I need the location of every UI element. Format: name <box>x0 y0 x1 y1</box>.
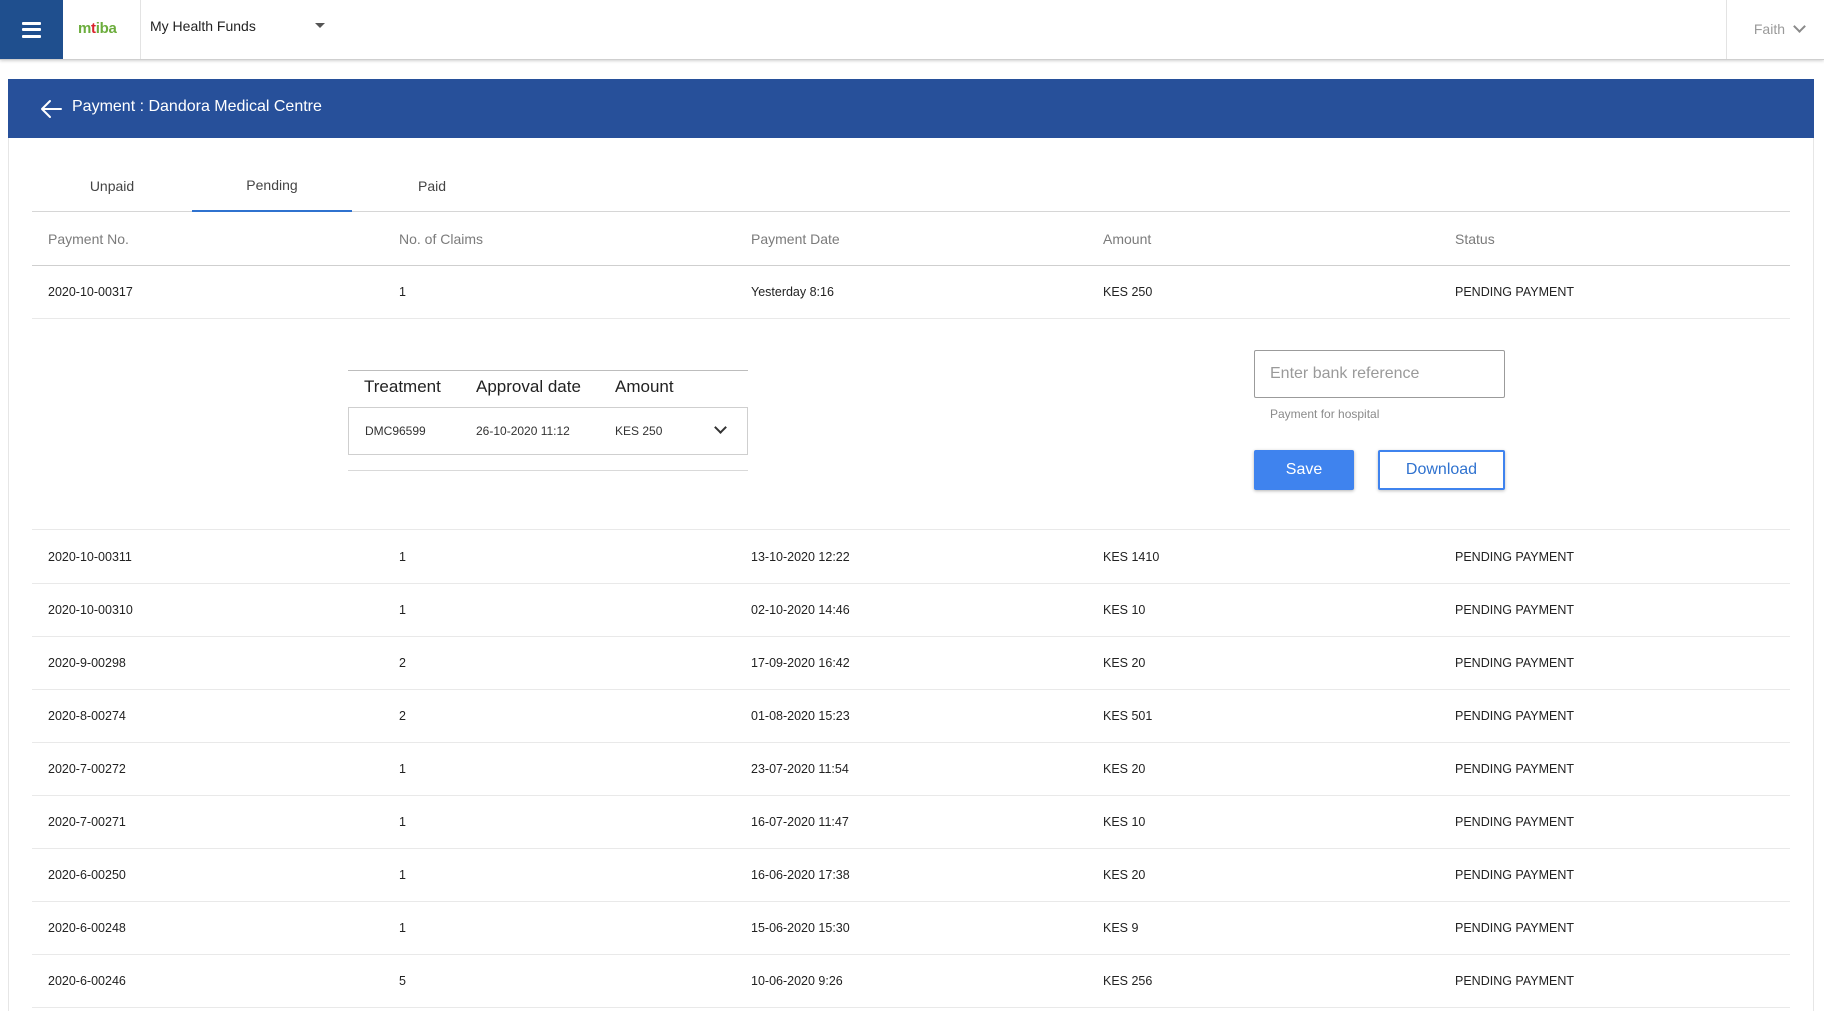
table-row[interactable]: 2020-6-00246 5 10-06-2020 9:26 KES 256 P… <box>32 955 1790 1008</box>
claim-amount: KES 250 <box>615 424 663 438</box>
cell-amount: KES 1410 <box>1103 550 1160 564</box>
cell-claims: 1 <box>399 550 406 564</box>
sub-header-amount: Amount <box>615 377 674 396</box>
column-header-amount: Amount <box>1103 231 1152 247</box>
cell-amount: KES 10 <box>1103 603 1146 617</box>
tab-pending[interactable]: Pending <box>192 160 352 212</box>
cell-payment-no: 2020-10-00317 <box>48 285 133 299</box>
cell-payment-no: 2020-10-00310 <box>48 603 133 617</box>
cell-status: PENDING PAYMENT <box>1455 656 1574 670</box>
chevron-down-icon <box>1793 20 1806 33</box>
cell-claims: 1 <box>399 285 406 299</box>
cell-status: PENDING PAYMENT <box>1455 709 1574 723</box>
cell-amount: KES 20 <box>1103 656 1146 670</box>
cell-payment-date: 10-06-2020 9:26 <box>751 974 843 988</box>
table-row[interactable]: 2020-9-00298 2 17-09-2020 16:42 KES 20 P… <box>32 637 1790 690</box>
cell-payment-no: 2020-7-00271 <box>48 815 126 829</box>
bank-reference-input[interactable] <box>1254 350 1505 398</box>
claim-treatment: DMC96599 <box>365 424 426 438</box>
status-tabs: Unpaid Pending Paid <box>32 160 1790 212</box>
cell-payment-date: 17-09-2020 16:42 <box>751 656 850 670</box>
sub-header-approval-date: Approval date <box>476 377 581 396</box>
fund-selector-value: My Health Funds <box>150 18 256 34</box>
table-row[interactable]: 2020-10-00311 1 13-10-2020 12:22 KES 141… <box>32 531 1790 584</box>
cell-payment-date: 16-07-2020 11:47 <box>751 815 849 829</box>
cell-payment-date: 15-06-2020 15:30 <box>751 921 850 935</box>
table-row[interactable]: 2020-6-00250 1 16-06-2020 17:38 KES 20 P… <box>32 849 1790 902</box>
user-menu[interactable]: Faith <box>1753 0 1806 58</box>
tab-unpaid[interactable]: Unpaid <box>32 160 192 212</box>
cell-claims: 2 <box>399 656 406 670</box>
cell-payment-no: 2020-8-00274 <box>48 709 126 723</box>
table-row[interactable]: 2020-6-00248 1 15-06-2020 15:30 KES 9 PE… <box>32 902 1790 955</box>
cell-status: PENDING PAYMENT <box>1455 762 1574 776</box>
fund-selector[interactable]: My Health Funds <box>150 0 335 52</box>
page-header: Payment : Dandora Medical Centre <box>8 79 1814 138</box>
cell-amount: KES 256 <box>1103 974 1153 988</box>
sub-header-treatment: Treatment <box>364 377 441 396</box>
top-app-bar: mtiba My Health Funds Faith <box>0 0 1824 60</box>
cell-payment-no: 2020-10-00311 <box>48 550 132 564</box>
cell-payment-no: 2020-6-00248 <box>48 921 126 935</box>
cell-claims: 2 <box>399 709 406 723</box>
page-title: Payment : Dandora Medical Centre <box>72 98 322 115</box>
tab-paid[interactable]: Paid <box>352 160 512 212</box>
cell-status: PENDING PAYMENT <box>1455 815 1574 829</box>
claims-sub-table: Treatment Approval date Amount DMC96599 … <box>348 370 748 471</box>
download-button[interactable]: Download <box>1378 450 1505 490</box>
cell-payment-date: Yesterday 8:16 <box>751 285 834 299</box>
chevron-down-icon[interactable] <box>714 421 727 434</box>
cell-payment-date: 02-10-2020 14:46 <box>751 603 850 617</box>
bank-reference-hint: Payment for hospital <box>1270 407 1380 421</box>
column-header-status: Status <box>1455 231 1495 247</box>
cell-amount: KES 250 <box>1103 285 1153 299</box>
cell-status: PENDING PAYMENT <box>1455 550 1574 564</box>
column-header-payment-date: Payment Date <box>751 231 840 247</box>
cell-payment-no: 2020-7-00272 <box>48 762 126 776</box>
cell-status: PENDING PAYMENT <box>1455 974 1574 988</box>
cell-amount: KES 501 <box>1103 709 1153 723</box>
arrow-left-icon[interactable] <box>40 99 62 119</box>
cell-claims: 5 <box>399 974 406 988</box>
cell-payment-no: 2020-6-00250 <box>48 868 126 882</box>
cell-amount: KES 20 <box>1103 868 1146 882</box>
caret-down-icon <box>315 23 325 28</box>
table-row[interactable]: 2020-10-00310 1 02-10-2020 14:46 KES 10 … <box>32 584 1790 637</box>
cell-status: PENDING PAYMENT <box>1455 868 1574 882</box>
table-row[interactable]: 2020-8-00274 2 01-08-2020 15:23 KES 501 … <box>32 690 1790 743</box>
user-name: Faith <box>1753 21 1785 37</box>
cell-claims: 1 <box>399 603 406 617</box>
hamburger-menu-icon <box>22 21 41 38</box>
table-row-expanded[interactable]: 2020-10-00317 1 Yesterday 8:16 KES 250 P… <box>32 266 1790 319</box>
payment-detail-panel: Treatment Approval date Amount DMC96599 … <box>32 318 1790 530</box>
cell-amount: KES 20 <box>1103 762 1146 776</box>
cell-status: PENDING PAYMENT <box>1455 603 1574 617</box>
cell-claims: 1 <box>399 921 406 935</box>
cell-payment-date: 23-07-2020 11:54 <box>751 762 849 776</box>
divider <box>140 0 141 59</box>
cell-amount: KES 10 <box>1103 815 1146 829</box>
column-header-payment-no: Payment No. <box>48 231 129 247</box>
cell-status: PENDING PAYMENT <box>1455 921 1574 935</box>
menu-button[interactable] <box>0 0 63 59</box>
claim-row[interactable]: DMC96599 26-10-2020 11:12 KES 250 <box>348 407 748 455</box>
cell-payment-no: 2020-6-00246 <box>48 974 126 988</box>
cell-payment-no: 2020-9-00298 <box>48 656 126 670</box>
table-row[interactable]: 2020-7-00271 1 16-07-2020 11:47 KES 10 P… <box>32 796 1790 849</box>
cell-claims: 1 <box>399 815 406 829</box>
cell-claims: 1 <box>399 762 406 776</box>
cell-payment-date: 01-08-2020 15:23 <box>751 709 850 723</box>
column-header-claims: No. of Claims <box>399 231 484 247</box>
cell-payment-date: 13-10-2020 12:22 <box>751 550 850 564</box>
divider <box>1726 0 1727 59</box>
cell-payment-date: 16-06-2020 17:38 <box>751 868 850 882</box>
claim-approval-date: 26-10-2020 11:12 <box>476 424 570 438</box>
cell-status: PENDING PAYMENT <box>1455 285 1574 299</box>
save-button[interactable]: Save <box>1254 450 1354 490</box>
cell-amount: KES 9 <box>1103 921 1139 935</box>
cell-claims: 1 <box>399 868 406 882</box>
mtiba-logo: mtiba <box>78 20 117 37</box>
table-row[interactable]: 2020-7-00272 1 23-07-2020 11:54 KES 20 P… <box>32 743 1790 796</box>
